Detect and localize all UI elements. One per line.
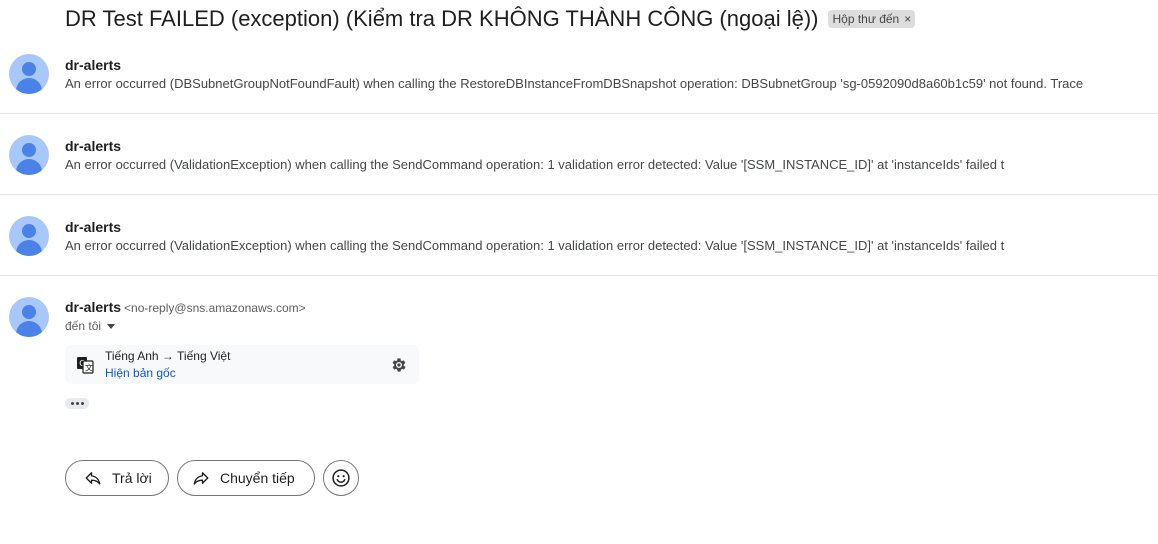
translation-banner: G 文 Tiếng Anh → Tiếng Việt Hiện bản gốc <box>65 345 419 384</box>
message-snippet: An error occurred (ValidationException) … <box>65 157 1005 172</box>
message-sender: dr-alerts <box>65 57 122 73</box>
forward-label: Chuyển tiếp <box>220 470 295 486</box>
reply-arrow-icon <box>85 472 101 485</box>
remove-label-icon[interactable]: × <box>904 12 911 26</box>
translation-languages: Tiếng Anh → Tiếng Việt <box>105 349 231 363</box>
message-snippet: An error occurred (DBSubnetGroupNotFound… <box>65 76 1084 91</box>
open-message-sender-line: dr-alerts <no-reply@sns.amazonaws.com> <box>65 299 306 315</box>
collapsed-message[interactable]: dr-alerts An error occurred (ValidationE… <box>0 114 1158 195</box>
collapsed-message[interactable]: dr-alerts An error occurred (ValidationE… <box>0 195 1158 276</box>
recipient-text: đến tôi <box>65 319 102 333</box>
message-sender: dr-alerts <box>65 138 122 154</box>
message-snippet: An error occurred (ValidationException) … <box>65 238 1005 253</box>
message-sender: dr-alerts <box>65 219 122 235</box>
reply-button[interactable]: Trả lời <box>65 460 169 496</box>
collapsed-message[interactable]: dr-alerts An error occurred (DBSubnetGro… <box>0 33 1158 114</box>
person-avatar-icon[interactable] <box>9 216 49 256</box>
chevron-down-icon[interactable] <box>107 323 116 329</box>
ellipsis-icon <box>70 402 74 405</box>
person-avatar-icon[interactable] <box>9 135 49 175</box>
show-trimmed-content-button[interactable] <box>65 398 89 409</box>
reply-label: Trả lời <box>112 470 152 486</box>
sender-email: <no-reply@sns.amazonaws.com> <box>124 301 306 315</box>
gear-icon[interactable] <box>390 356 408 374</box>
emoji-reaction-button[interactable] <box>323 460 359 496</box>
recipient-details-toggle[interactable]: đến tôi <box>65 319 116 333</box>
person-avatar-icon[interactable] <box>9 297 49 337</box>
forward-arrow-icon <box>193 472 209 485</box>
person-avatar-icon[interactable] <box>9 54 49 94</box>
inbox-label-text: Hộp thư đến <box>832 12 900 26</box>
thread-subject: DR Test FAILED (exception) (Kiểm tra DR … <box>65 6 819 31</box>
thread-header: DR Test FAILED (exception) (Kiểm tra DR … <box>65 6 916 32</box>
translate-icon: G 文 <box>77 357 94 374</box>
smiley-icon <box>332 469 350 487</box>
forward-button[interactable]: Chuyển tiếp <box>177 460 315 496</box>
show-original-link[interactable]: Hiện bản gốc <box>105 366 176 380</box>
inbox-label-chip[interactable]: Hộp thư đến × <box>828 10 916 28</box>
svg-text:文: 文 <box>85 363 93 373</box>
open-message-sender[interactable]: dr-alerts <box>65 299 121 315</box>
